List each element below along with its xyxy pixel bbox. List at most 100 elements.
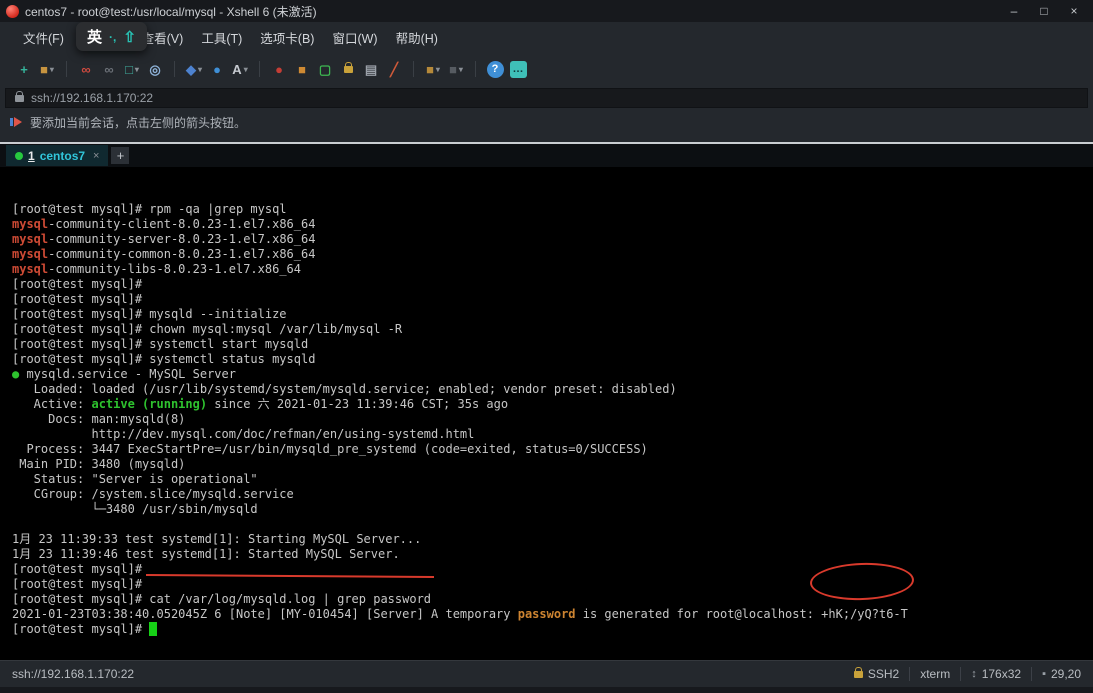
status-separator [960, 667, 961, 681]
file-transfer-icon[interactable]: ■▾ [423, 59, 443, 79]
ssh2-lock-icon [854, 671, 863, 678]
keyboard-icon[interactable]: ▤ [361, 59, 381, 79]
terminal-line: [root@test mysql]# [12, 277, 1093, 292]
disconnect-icon[interactable]: ∞ [76, 59, 96, 79]
terminal-line: Status: "Server is operational" [12, 472, 1093, 487]
log-editor-icon[interactable]: ■ [292, 59, 312, 79]
menu-item-file[interactable]: 文件(F) [14, 24, 73, 51]
terminal-line: Main PID: 3480 (mysqld) [12, 457, 1093, 472]
reconnect-icon[interactable]: ∞ [99, 59, 119, 79]
status-url: ssh://192.168.1.170:22 [12, 667, 134, 681]
chat-icon[interactable]: … [508, 59, 528, 79]
terminal-line: 1月 23 11:39:33 test systemd[1]: Starting… [12, 532, 1093, 547]
status-right: SSH2xterm↕176x32▪29,20 [854, 667, 1081, 681]
menu-item-tools[interactable]: 工具(T) [192, 24, 251, 51]
record-icon[interactable]: ● [269, 59, 289, 79]
tab-label: centos7 [40, 149, 85, 163]
fonts-icon[interactable]: A▾ [230, 59, 250, 79]
dropdown-arrow-icon[interactable]: ▾ [135, 65, 139, 74]
terminal-line: [root@test mysql]# cat /var/log/mysqld.l… [12, 592, 1093, 607]
xshell-app-icon [6, 5, 19, 18]
terminal-line [12, 517, 1093, 532]
minimize-button[interactable]: – [999, 1, 1029, 21]
toolbar-separator [66, 61, 67, 77]
find-icon[interactable]: ◎ [145, 59, 165, 79]
web-icon[interactable]: ● [207, 59, 227, 79]
address-bar[interactable]: ssh://192.168.1.170:22 [5, 88, 1088, 108]
connected-dot-icon [15, 152, 23, 160]
cursor-position-icon: ▪ [1042, 668, 1046, 680]
terminal-line: 2021-01-23T03:38:40.052045Z 6 [Note] [MY… [12, 607, 1093, 622]
info-message: 要添加当前会话，点击左侧的箭头按钮。 [30, 114, 246, 131]
terminal-line: [root@test mysql]# chown mysql:mysql /va… [12, 322, 1093, 337]
status-item-176x32: ↕176x32 [971, 667, 1021, 681]
terminal-line: Docs: man:mysqld(8) [12, 412, 1093, 427]
menu-bar: 文件(F)编辑(E)查看(V)工具(T)选项卡(B)窗口(W)帮助(H) 英 ·… [0, 22, 1093, 52]
add-session-arrow-tip-icon[interactable] [14, 117, 22, 127]
ime-shift-icon[interactable]: ⇧ [123, 28, 136, 46]
ime-punctuation-icon[interactable]: ·, [109, 30, 116, 44]
terminal-line: [root@test mysql]# mysqld --initialize [12, 307, 1093, 322]
open-sessions-icon[interactable]: ■▾ [37, 59, 57, 79]
bottom-strip [0, 687, 1093, 693]
terminal-line: mysql-community-common-8.0.23-1.el7.x86_… [12, 247, 1093, 262]
new-session-icon[interactable]: + [14, 59, 34, 79]
duplicate-session-icon[interactable]: □▾ [122, 59, 142, 79]
terminal-line: [root@test mysql]# rpm -qa |grep mysql [12, 202, 1093, 217]
status-separator [1031, 667, 1032, 681]
terminal-size-icon: ↕ [971, 668, 977, 680]
new-tab-button[interactable]: + [111, 147, 129, 164]
ime-popup: 英 ·, ⇧ [76, 22, 147, 51]
toolbar: +■▾∞∞□▾◎◆▾●A▾●■▢▤╱■▾■▾?… [0, 52, 1093, 86]
terminal-line: [root@test mysql]# [12, 292, 1093, 307]
chrome-gap [0, 134, 1093, 142]
transfer-disabled-icon[interactable]: ■▾ [446, 59, 466, 79]
tab-centos7[interactable]: 1 centos7 × [6, 145, 108, 166]
close-button[interactable]: × [1059, 1, 1089, 21]
terminal-output: [root@test mysql]# rpm -qa |grep mysqlmy… [12, 202, 1093, 637]
menu-item-help[interactable]: 帮助(H) [387, 24, 447, 51]
fullscreen-icon[interactable]: ▢ [315, 59, 335, 79]
status-separator [909, 667, 910, 681]
info-bar: 要添加当前会话，点击左侧的箭头按钮。 [0, 110, 1093, 134]
terminal-line: http://dev.mysql.com/doc/refman/en/using… [12, 427, 1093, 442]
ime-mode-indicator[interactable]: 英 [87, 26, 102, 47]
terminal-line: [root@test mysql]# systemctl status mysq… [12, 352, 1093, 367]
address-url: ssh://192.168.1.170:22 [31, 91, 153, 105]
add-session-arrow-icon[interactable] [10, 118, 13, 126]
terminal-line: [root@test mysql]# [12, 622, 1093, 637]
dropdown-arrow-icon[interactable]: ▾ [436, 65, 440, 74]
toolbar-separator [475, 61, 476, 77]
terminal[interactable]: [root@test mysql]# rpm -qa |grep mysqlmy… [0, 167, 1093, 660]
terminal-line: mysql-community-libs-8.0.23-1.el7.x86_64 [12, 262, 1093, 277]
tab-number: 1 [28, 149, 35, 163]
terminal-line: mysql-community-client-8.0.23-1.el7.x86_… [12, 217, 1093, 232]
title-bar: centos7 - root@test:/usr/local/mysql - X… [0, 0, 1093, 22]
toolbar-separator [259, 61, 260, 77]
menu-item-tabs[interactable]: 选项卡(B) [251, 24, 323, 51]
terminal-line: Loaded: loaded (/usr/lib/systemd/system/… [12, 382, 1093, 397]
dropdown-arrow-icon[interactable]: ▾ [50, 65, 54, 74]
status-bar: ssh://192.168.1.170:22 SSH2 xterm ↕176x32 ▪… [0, 660, 1093, 687]
terminal-line: 1月 23 11:39:46 test systemd[1]: Started … [12, 547, 1093, 562]
status-item-xterm: xterm [920, 667, 950, 681]
help-icon[interactable]: ? [485, 59, 505, 79]
window-controls: – □ × [999, 1, 1089, 21]
tab-close-icon[interactable]: × [93, 150, 99, 162]
address-bar-wrap: ssh://192.168.1.170:22 [0, 86, 1093, 110]
terminal-line: Process: 3447 ExecStartPre=/usr/bin/mysq… [12, 442, 1093, 457]
terminal-line: CGroup: /system.slice/mysqld.service [12, 487, 1093, 502]
dropdown-arrow-icon[interactable]: ▾ [198, 65, 202, 74]
ssl-lock-icon [15, 95, 24, 102]
lock-screen-icon[interactable] [338, 59, 358, 79]
status-item-ssh2: SSH2 [854, 667, 899, 681]
dropdown-arrow-icon[interactable]: ▾ [244, 65, 248, 74]
session-properties-icon[interactable]: ◆▾ [184, 59, 204, 79]
window-title: centos7 - root@test:/usr/local/mysql - X… [25, 3, 317, 20]
dropdown-arrow-icon[interactable]: ▾ [459, 65, 463, 74]
maximize-button[interactable]: □ [1029, 1, 1059, 21]
toolbar-separator [174, 61, 175, 77]
highlight-pen-icon[interactable]: ╱ [384, 59, 404, 79]
terminal-line: [root@test mysql]# [12, 577, 1093, 592]
menu-item-window[interactable]: 窗口(W) [323, 24, 386, 51]
